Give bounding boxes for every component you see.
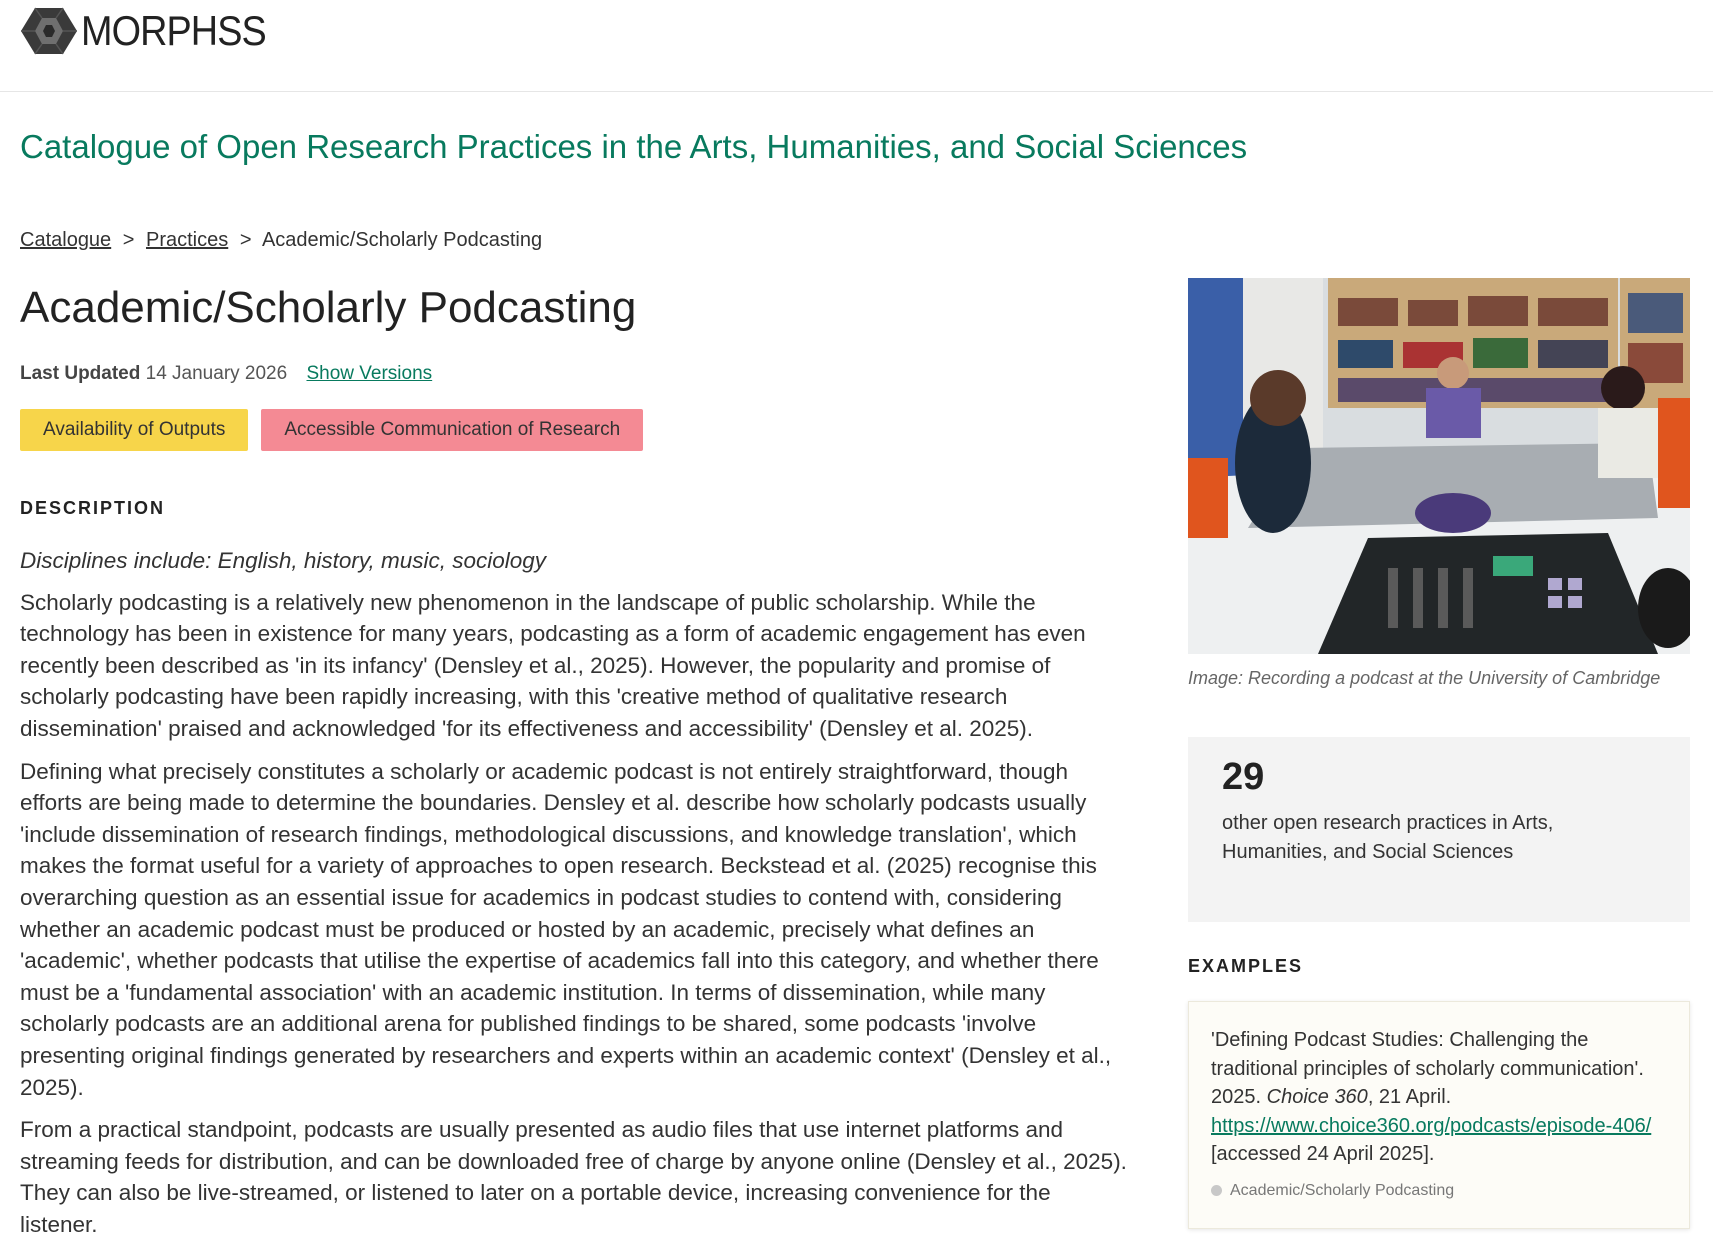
tag-accessible-communication[interactable]: Accessible Communication of Research xyxy=(261,409,644,451)
last-updated-value: 14 January 2026 xyxy=(145,363,288,384)
description-body: Disciplines include: English, history, m… xyxy=(20,545,1130,1249)
breadcrumb-practices-link[interactable]: Practices xyxy=(146,229,228,251)
show-versions-link[interactable]: Show Versions xyxy=(306,363,432,384)
related-practices-text: other open research practices in Arts, H… xyxy=(1222,811,1554,863)
breadcrumb-separator: > xyxy=(122,229,135,251)
example-card: 'Defining Podcast Studies: Challenging t… xyxy=(1188,1001,1690,1229)
image-caption: Image: Recording a podcast at the Univer… xyxy=(1188,668,1661,688)
podcast-photo-illustration xyxy=(1188,278,1690,654)
brand-name: MORPHSS xyxy=(81,7,267,54)
related-practices-count: 29 xyxy=(1222,756,1265,798)
example-citation: 'Defining Podcast Studies: Challenging t… xyxy=(1211,1026,1667,1169)
example-title: 'Defining Podcast Studies: Challenging t… xyxy=(1211,1029,1644,1080)
example-tag-label: Academic/Scholarly Podcasting xyxy=(1230,1181,1455,1199)
page-title: Academic/Scholarly Podcasting xyxy=(20,283,637,332)
breadcrumb: Catalogue > Practices > Academic/Scholar… xyxy=(20,229,542,252)
breadcrumb-current: Academic/Scholarly Podcasting xyxy=(261,229,543,251)
description-paragraph: Scholarly podcasting is a relatively new… xyxy=(20,589,1086,741)
related-practices-stat[interactable]: 29 other open research practices in Arts… xyxy=(1188,737,1690,922)
last-updated-label: Last Updated xyxy=(20,363,141,384)
description-paragraph: From a practical standpoint, podcasts ar… xyxy=(20,1117,1127,1237)
tag-availability-of-outputs[interactable]: Availability of Outputs xyxy=(20,409,249,451)
site-title[interactable]: Catalogue of Open Research Practices in … xyxy=(20,128,1247,166)
example-practice-tag[interactable]: Academic/Scholarly Podcasting xyxy=(1211,1177,1667,1206)
breadcrumb-catalogue-link[interactable]: Catalogue xyxy=(20,229,111,251)
breadcrumb-separator: > xyxy=(239,229,252,251)
site-header: MORPHSS xyxy=(0,0,1713,92)
example-year: 2025. xyxy=(1211,1086,1262,1108)
morphss-logo-icon xyxy=(21,7,77,55)
page-meta: Last Updated 14 January 2026 Show Versio… xyxy=(20,363,432,385)
brand-logo[interactable]: MORPHSS xyxy=(20,6,286,56)
example-url-link[interactable]: https://www.choice360.org/podcasts/episo… xyxy=(1211,1115,1651,1137)
category-tags: Availability of Outputs Accessible Commu… xyxy=(20,409,644,451)
description-paragraph: Defining what precisely constitutes a sc… xyxy=(20,758,1112,1100)
description-heading: DESCRIPTION xyxy=(20,498,166,518)
tag-dot-icon xyxy=(1211,1185,1222,1197)
example-date: , 21 April. xyxy=(1367,1086,1452,1108)
examples-heading: EXAMPLES xyxy=(1188,956,1304,976)
example-source: Choice 360 xyxy=(1266,1086,1368,1108)
disciplines-text: Disciplines include: English, history, m… xyxy=(20,548,547,573)
example-accessed: [accessed 24 April 2025]. xyxy=(1211,1143,1435,1165)
podcast-recording-photo xyxy=(1188,278,1690,654)
